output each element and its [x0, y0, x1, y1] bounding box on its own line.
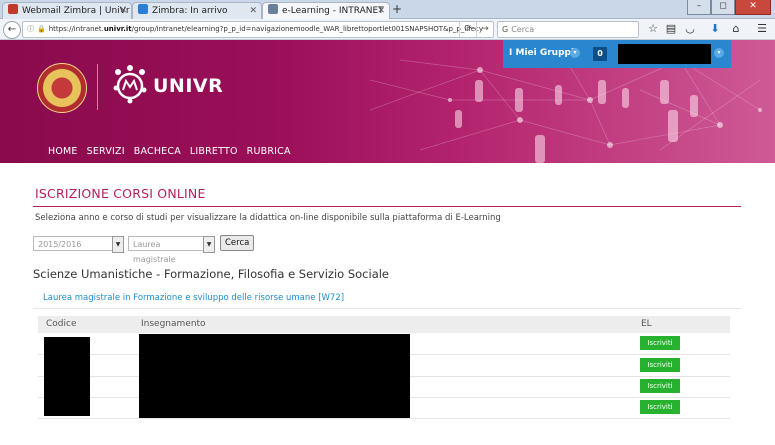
- degree-course-link[interactable]: Laurea magistrale in Formazione e svilup…: [43, 293, 344, 303]
- tab-title: Zimbra: In arrivo: [152, 6, 228, 16]
- page-title: ISCRIZIONE CORSI ONLINE: [35, 186, 206, 201]
- address-bar[interactable]: ⓘ 🔒 https://intranet.univr.it/group/intran…: [22, 21, 494, 38]
- page-favicon-icon: [268, 4, 278, 14]
- close-tab-icon[interactable]: ✕: [119, 3, 127, 19]
- department-heading: Scienze Umanistiche - Formazione, Filoso…: [33, 267, 390, 281]
- menu-item-rubrica[interactable]: RUBRICA: [247, 146, 291, 157]
- pocket-icon[interactable]: ◡: [682, 21, 698, 37]
- chevron-down-icon[interactable]: ▼: [203, 236, 215, 253]
- close-tab-icon[interactable]: ✕: [377, 3, 385, 19]
- enroll-button[interactable]: Iscriviti: [640, 336, 680, 350]
- logo-divider: [97, 64, 98, 110]
- column-header-insegnamento: Insegnamento: [141, 319, 206, 329]
- course-type-select[interactable]: Laurea magistrale ▼: [128, 236, 215, 264]
- tab-title: Webmail Zimbra | UniVr: [22, 6, 130, 16]
- home-icon[interactable]: ⌂: [728, 21, 744, 37]
- maximize-button[interactable]: ◻: [711, 0, 735, 15]
- close-tab-icon[interactable]: ✕: [249, 3, 257, 19]
- info-icon[interactable]: ⓘ: [27, 22, 34, 37]
- browser-tab-active[interactable]: e-Learning - INTRANET ✕: [262, 2, 390, 19]
- new-tab-button[interactable]: +: [392, 2, 402, 16]
- download-icon[interactable]: ⬇: [707, 21, 723, 37]
- main-menu: HOME SERVIZI BACHECA LIBRETTO RUBRICA: [48, 146, 300, 157]
- zimbra-favicon-icon: [8, 4, 18, 14]
- year-select[interactable]: 2015/2016 ▼: [33, 236, 124, 253]
- redacted-course-codes: [44, 337, 90, 416]
- url-domain: univr.it: [103, 25, 132, 33]
- year-select-value: 2015/2016: [38, 240, 82, 249]
- close-window-button[interactable]: ✕: [735, 0, 771, 15]
- browser-tab[interactable]: Webmail Zimbra | UniVr ✕: [2, 2, 132, 19]
- university-seal-logo: [37, 63, 87, 113]
- course-select-value: Laurea magistrale: [133, 240, 176, 264]
- my-groups-menu[interactable]: I Miei Gruppi: [509, 48, 574, 58]
- lock-icon: 🔒: [37, 25, 46, 33]
- section-divider: [33, 308, 741, 309]
- user-dropdown-icon[interactable]: ▾: [714, 48, 724, 58]
- enroll-button[interactable]: Iscriviti: [640, 379, 680, 393]
- window-controls: – ◻ ✕: [687, 0, 771, 15]
- search-button[interactable]: Cerca: [220, 235, 255, 251]
- search-placeholder: Cerca: [511, 25, 535, 34]
- url-prefix: https://intranet.: [48, 25, 104, 33]
- redacted-course-names: [139, 334, 410, 418]
- search-box[interactable]: G Cerca: [497, 21, 639, 38]
- my-groups-bar: I Miei Gruppi ▾ 0 ▾: [503, 40, 731, 68]
- notification-count-badge[interactable]: 0: [593, 47, 607, 61]
- site-header: UNIVR I Miei Gruppi ▾ 0 ▾ HOME SERVIZI B…: [0, 40, 775, 163]
- search-engine-icon: G: [502, 25, 509, 34]
- go-arrow-icon[interactable]: →: [476, 22, 493, 37]
- enroll-button[interactable]: Iscriviti: [640, 400, 680, 414]
- reload-icon[interactable]: ⟳: [459, 22, 476, 37]
- back-button[interactable]: ←: [3, 21, 21, 39]
- column-header-codice: Codice: [46, 319, 77, 329]
- brand-logo-text[interactable]: UNIVR: [153, 75, 223, 97]
- chevron-down-icon[interactable]: ▼: [112, 236, 124, 253]
- zimbra-favicon-icon: [138, 4, 148, 14]
- menu-item-libretto[interactable]: LIBRETTO: [190, 146, 238, 157]
- browser-tab[interactable]: Zimbra: In arrivo ✕: [132, 2, 262, 19]
- univr-logo-icon: [113, 65, 147, 104]
- column-header-el: EL: [641, 319, 652, 329]
- intro-text: Seleziona anno e corso di studi per visu…: [35, 213, 501, 223]
- reading-list-icon[interactable]: ▤: [663, 21, 679, 37]
- browser-tab-bar: Webmail Zimbra | UniVr ✕ Zimbra: In arri…: [0, 0, 775, 19]
- redacted-user-name[interactable]: [618, 44, 711, 64]
- title-underline: [33, 206, 741, 207]
- minimize-button[interactable]: –: [687, 0, 711, 15]
- menu-item-bacheca[interactable]: BACHECA: [134, 146, 181, 157]
- url-path: /group/intranet/elearning?p_p_id=navigaz…: [131, 25, 484, 33]
- main-content: ISCRIZIONE CORSI ONLINE Seleziona anno e…: [0, 163, 775, 445]
- bookmark-star-icon[interactable]: ☆: [645, 21, 661, 37]
- tab-title: e-Learning - INTRANET: [282, 6, 384, 16]
- menu-item-servizi[interactable]: SERVIZI: [87, 146, 125, 157]
- browser-nav-bar: ← ⓘ 🔒 https://intranet.univr.it/group/intr…: [0, 19, 775, 40]
- enroll-button[interactable]: Iscriviti: [640, 358, 680, 372]
- menu-item-home[interactable]: HOME: [48, 146, 78, 157]
- groups-dropdown-icon[interactable]: ▾: [570, 48, 580, 58]
- table-header: Codice Insegnamento EL: [38, 316, 730, 333]
- hamburger-menu-icon[interactable]: ☰: [754, 21, 770, 37]
